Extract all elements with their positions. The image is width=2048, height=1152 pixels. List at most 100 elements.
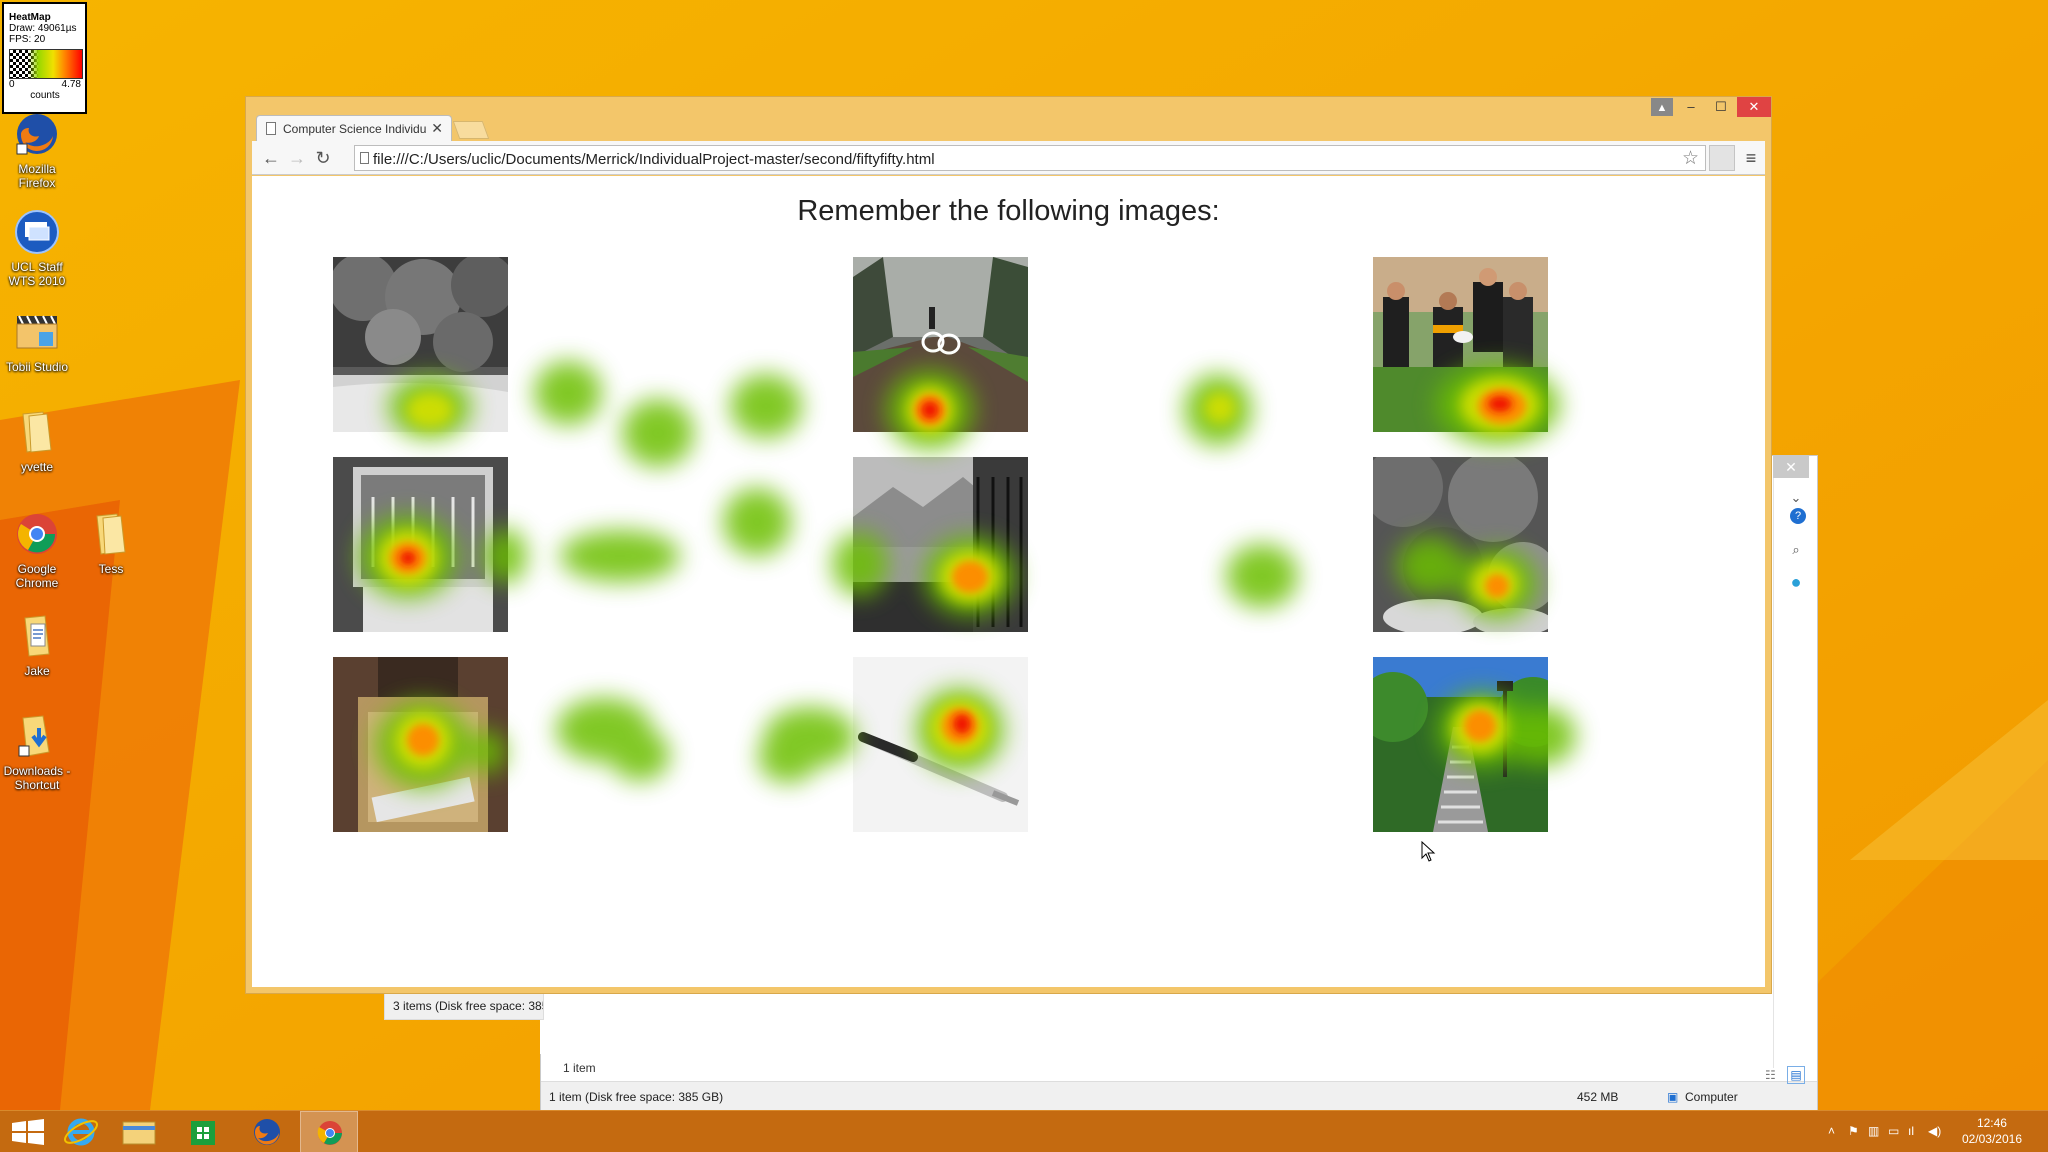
heatmap-scale-min: 0: [9, 79, 15, 90]
taskbar-internet-explorer[interactable]: [52, 1111, 110, 1152]
desktop-icon-ucl-staff-wts[interactable]: UCL Staff WTS 2010: [0, 208, 74, 288]
page-icon: [360, 152, 369, 164]
power-icon[interactable]: ▭: [1888, 1124, 1899, 1138]
taskbar-store[interactable]: [174, 1111, 232, 1152]
chrome-icon: [17, 514, 57, 554]
page-viewport: Remember the following images:: [252, 176, 1765, 987]
desktop-icon-label: Google Chrome: [15, 562, 59, 590]
taskbar-chrome[interactable]: [300, 1111, 358, 1152]
desktop-icon-downloads-shortcut[interactable]: Downloads - Shortcut: [0, 712, 74, 792]
menu-icon[interactable]: ≡: [1740, 147, 1762, 169]
desktop-icon-label: Mozilla Firefox: [18, 162, 56, 190]
explorer-close-button[interactable]: ✕: [1773, 456, 1809, 478]
clock-date: 02/03/2016: [1961, 1132, 2022, 1146]
background-explorer-status: 3 items (Disk free space: 385: [384, 992, 544, 1020]
signal-icon[interactable]: ıl: [1908, 1124, 1914, 1138]
remote-desktop-icon: [15, 210, 59, 254]
page-heading: Remember the following images:: [797, 195, 1220, 227]
image-forest-river: [333, 257, 508, 432]
profile-button[interactable]: ▲: [1651, 98, 1673, 116]
taskbar: ˄ ⚑ ▥ ▭ ıl ◀) 12:46 02/03/2016: [0, 1110, 2048, 1152]
chrome-icon: [317, 1121, 342, 1145]
new-tab-button[interactable]: [452, 121, 490, 139]
heatmap-scale-unit: counts: [30, 90, 60, 101]
desktop-icon-label: Jake: [24, 664, 50, 678]
bookmark-star-icon[interactable]: ☆: [1682, 147, 1699, 170]
back-arrow-icon[interactable]: ←: [260, 147, 282, 169]
explorer-status-text: 1 item (Disk free space: 385 GB): [549, 1090, 724, 1104]
browser-tab[interactable]: Computer Science Individu ✕: [256, 115, 452, 141]
volume-icon[interactable]: ◀): [1928, 1124, 1941, 1138]
tobii-studio-icon: [16, 315, 58, 349]
desktop-icon-tess[interactable]: Tess: [74, 510, 148, 576]
network-adapter-icon[interactable]: ▥: [1868, 1124, 1879, 1138]
close-button[interactable]: ✕: [1737, 97, 1771, 117]
flag-icon[interactable]: ⚑: [1848, 1124, 1859, 1138]
system-clock[interactable]: 12:46 02/03/2016: [1962, 1115, 2022, 1147]
tab-close-icon[interactable]: ✕: [431, 120, 443, 137]
image-headphones-path: [853, 257, 1028, 432]
system-tray: ˄ ⚑ ▥ ▭ ıl ◀) 12:46 02/03/2016: [1828, 1111, 2048, 1152]
reload-icon[interactable]: ↻: [312, 147, 334, 169]
desktop-icon-tobii-studio[interactable]: Tobii Studio: [0, 308, 74, 374]
desktop-icon-firefox[interactable]: Mozilla Firefox: [0, 110, 74, 190]
details-view-icon[interactable]: ☷: [1765, 1068, 1776, 1082]
image-park-stairs: [1373, 657, 1548, 832]
page-icon: [266, 122, 276, 135]
large-icons-view-icon[interactable]: ▤: [1787, 1066, 1805, 1084]
store-icon: [191, 1121, 215, 1145]
explorer-status-location: Computer: [1685, 1090, 1738, 1104]
chevron-down-icon[interactable]: ⌄: [1786, 488, 1806, 508]
desktop-icon-jake[interactable]: Jake: [0, 612, 74, 678]
explorer-content-pane: [540, 992, 708, 1054]
heatmap-fps: FPS: 20: [9, 34, 46, 45]
document-icon: [24, 615, 50, 657]
image-perfume-bottle: [333, 657, 508, 832]
desktop-icon-google-chrome[interactable]: Google Chrome: [0, 510, 74, 590]
extension-icon[interactable]: [1709, 145, 1735, 171]
explorer-side-toolbar: ⌄ ? ⌕ ●: [1773, 478, 1817, 1068]
image-rugby-players: [1373, 257, 1548, 432]
globe-icon[interactable]: ●: [1786, 572, 1806, 592]
firefox-icon: [16, 114, 57, 155]
computer-icon: ▣: [1667, 1090, 1679, 1104]
start-icon: [12, 1119, 44, 1145]
clock-time: 12:46: [1976, 1116, 2007, 1130]
heatmap-title: HeatMap: [9, 12, 51, 23]
explorer-status-bar: 1 item (Disk free space: 385 GB) 452 MB …: [541, 1066, 1817, 1111]
image-mountain-lake-balcony: [853, 457, 1028, 632]
heatmap-legend-widget: HeatMap Draw: 49061µs FPS: 20 0 4.78 cou…: [2, 2, 87, 114]
heatmap-scale-max: 4.78: [61, 79, 81, 90]
desktop-icon-label: Tobii Studio: [5, 360, 69, 374]
file-explorer-icon: [122, 1121, 156, 1145]
minimize-button[interactable]: –: [1677, 97, 1705, 117]
heatmap-scale-range: 0 4.78: [9, 79, 81, 90]
explorer-item-count: 1 item: [563, 1061, 596, 1075]
explorer-status-size: 452 MB: [1577, 1090, 1619, 1104]
chrome-window[interactable]: ▲ – ☐ ✕ Computer Science Individu ✕ ← → …: [245, 96, 1772, 994]
taskbar-file-explorer[interactable]: [110, 1111, 168, 1152]
desktop-icon-label: yvette: [20, 460, 53, 474]
chevron-up-icon[interactable]: ˄: [1828, 1124, 1835, 1138]
desktop-icon-label: Tess: [98, 562, 124, 576]
maximize-button[interactable]: ☐: [1707, 97, 1735, 117]
help-icon[interactable]: ?: [1790, 508, 1806, 524]
image-foliage: [1373, 457, 1548, 632]
search-icon[interactable]: ⌕: [1786, 540, 1806, 560]
firefox-icon: [254, 1119, 280, 1145]
forward-arrow-icon[interactable]: →: [286, 147, 308, 169]
taskbar-firefox[interactable]: [238, 1111, 296, 1152]
address-bar[interactable]: file:///C:/Users/uclic/Documents/Merrick…: [354, 145, 1706, 171]
tab-title: Computer Science Individu: [283, 122, 427, 136]
folder-icon: [22, 411, 52, 453]
desktop-icon-label: Downloads - Shortcut: [3, 764, 71, 792]
folder-icon: [96, 513, 126, 555]
desktop-icon-yvette[interactable]: yvette: [0, 408, 74, 474]
heatmap-draw-time: Draw: 49061µs: [9, 23, 77, 34]
heatmap-color-scale: [9, 49, 83, 79]
desktop-icon-label: UCL Staff WTS 2010: [8, 260, 66, 288]
browser-toolbar: ← → ↻ file:///C:/Users/uclic/Documents/M…: [252, 141, 1765, 175]
internet-explorer-icon: [64, 1118, 98, 1146]
address-bar-url[interactable]: file:///C:/Users/uclic/Documents/Merrick…: [373, 151, 935, 168]
start-button[interactable]: [0, 1111, 58, 1152]
